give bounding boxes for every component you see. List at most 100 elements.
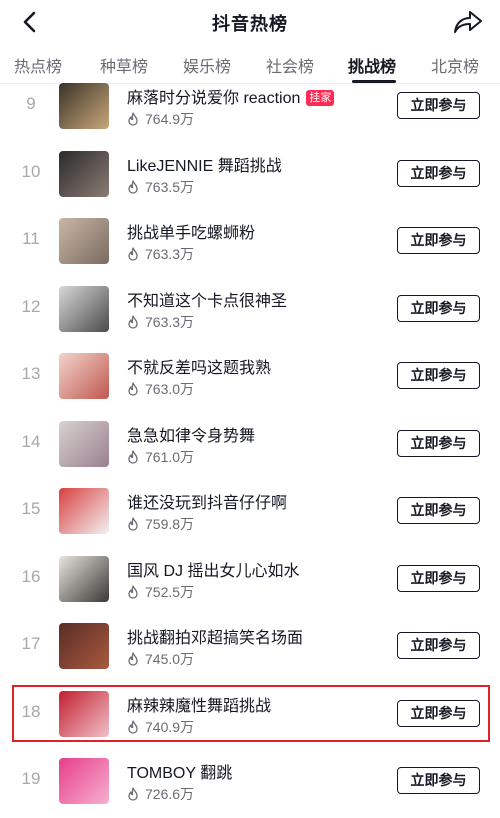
- challenge-thumbnail[interactable]: [59, 420, 109, 467]
- heat-value: 764.9万: [127, 109, 194, 129]
- heat-text: 763.5万: [145, 178, 195, 195]
- list-item[interactable]: 16 国风 DJ 摇出女儿心如水 752.5万 立即参与: [0, 555, 500, 622]
- challenge-title-text: 不就反差吗这题我熟: [127, 360, 272, 377]
- tab-challenge[interactable]: 挑战榜: [348, 53, 396, 77]
- challenge-title[interactable]: 国风 DJ 摇出女儿心如水: [127, 557, 299, 581]
- rank-number: 14: [21, 431, 41, 451]
- challenge-thumbnail[interactable]: [59, 353, 109, 399]
- tab-hot[interactable]: 热点榜: [14, 53, 62, 77]
- challenge-title-text: 国风 DJ 摇出女儿心如水: [127, 562, 300, 580]
- heat-value: 745.0万: [127, 649, 194, 669]
- heat-value: 726.6万: [127, 784, 194, 804]
- category-tabs: 热点榜 种草榜 娱乐榜 社会榜 挑战榜 北京榜: [0, 46, 500, 84]
- flame-icon: [128, 247, 138, 261]
- heat-value: 763.5万: [127, 177, 194, 197]
- rank-number: 15: [21, 499, 41, 518]
- tab-entertainment[interactable]: 娱乐榜: [183, 53, 231, 77]
- challenge-title-text: LikeJENNIE 舞蹈挑战: [127, 157, 282, 175]
- join-challenge-button[interactable]: 立即参与: [397, 362, 480, 389]
- flame-icon: [128, 652, 138, 666]
- challenge-title[interactable]: 急急如律令身势舞: [127, 422, 255, 446]
- rank-number: 12: [21, 296, 41, 316]
- challenge-title-text: 不知道这个卡点很神圣: [127, 292, 288, 310]
- tab-society[interactable]: 社会榜: [266, 53, 314, 77]
- challenge-title-text: TOMBOY 翻跳: [127, 765, 233, 782]
- list-item[interactable]: 10 LikeJENNIE 舞蹈挑战 763.5万 立即参与: [0, 150, 500, 217]
- highlight-box: [12, 685, 490, 742]
- challenge-thumbnail[interactable]: [59, 758, 109, 804]
- join-challenge-button[interactable]: 立即参与: [397, 294, 480, 322]
- share-button[interactable]: [452, 8, 484, 36]
- list-item[interactable]: 19 TOMBOY 翻跳 726.6万 立即参与: [0, 757, 500, 818]
- list-item[interactable]: 17 挑战翻拍邓超搞笑名场面 745.0万 立即参与: [0, 622, 500, 689]
- rank-number: 10: [21, 161, 41, 181]
- challenge-thumbnail[interactable]: [59, 623, 109, 669]
- tab-beijing[interactable]: 北京榜: [431, 53, 479, 77]
- top-bar: 抖音热榜: [0, 0, 500, 42]
- heat-value: 763.0万: [127, 379, 194, 399]
- challenge-title[interactable]: 不就反差吗这题我熟: [127, 354, 271, 378]
- rank-number: 19: [21, 769, 41, 788]
- flame-icon: [128, 449, 138, 464]
- tab-grass[interactable]: 种草榜: [100, 53, 148, 77]
- list-item[interactable]: 9 麻落时分说爱你 reaction 挂家 764.9万 立即参与: [0, 82, 500, 149]
- heat-text: 763.0万: [145, 381, 195, 397]
- challenge-title[interactable]: 挑战单手吃螺蛳粉: [127, 219, 255, 243]
- challenge-title[interactable]: TOMBOY 翻跳: [127, 759, 232, 783]
- challenge-title-text: 挑战翻拍邓超搞笑名场面: [127, 630, 304, 647]
- join-challenge-button[interactable]: 立即参与: [397, 497, 480, 524]
- share-icon: [454, 11, 482, 33]
- challenge-thumbnail[interactable]: [59, 218, 109, 264]
- heat-text: 759.8万: [145, 516, 195, 532]
- list-item[interactable]: 15 谁还没玩到抖音仔仔啊 759.8万 立即参与: [0, 487, 500, 554]
- join-challenge-button[interactable]: 立即参与: [397, 564, 480, 592]
- challenge-title[interactable]: 麻落时分说爱你 reaction 挂家: [127, 84, 335, 108]
- join-challenge-button[interactable]: 立即参与: [397, 159, 480, 187]
- challenge-thumbnail[interactable]: [59, 83, 109, 129]
- list-item[interactable]: 14 急急如律令身势舞 761.0万 立即参与: [0, 420, 500, 487]
- page-title: 抖音热榜: [212, 14, 288, 34]
- join-challenge-button[interactable]: 立即参与: [397, 92, 480, 119]
- challenge-title-text: 急急如律令身势舞: [127, 427, 256, 445]
- challenge-thumbnail[interactable]: [59, 285, 109, 332]
- join-challenge-button[interactable]: 立即参与: [397, 632, 480, 659]
- join-challenge-button[interactable]: 立即参与: [397, 227, 480, 254]
- flame-icon: [128, 382, 138, 396]
- heat-text: 763.3万: [145, 246, 195, 262]
- list-item[interactable]: 11 挑战单手吃螺蛳粉 763.3万 立即参与: [0, 217, 500, 284]
- heat-value: 763.3万: [127, 244, 194, 264]
- flame-icon: [128, 517, 138, 531]
- heat-text: 745.0万: [145, 651, 195, 667]
- challenge-title[interactable]: 挑战翻拍邓超搞笑名场面: [127, 624, 303, 648]
- heat-value: 759.8万: [127, 514, 194, 534]
- rank-number: 9: [26, 94, 36, 113]
- heat-text: 763.3万: [145, 313, 195, 330]
- list-item[interactable]: 12 不知道这个卡点很神圣 763.3万 立即参与: [0, 285, 500, 352]
- challenge-title-text: 谁还没玩到抖音仔仔啊: [127, 495, 288, 512]
- heat-value: 761.0万: [127, 447, 194, 467]
- join-challenge-button[interactable]: 立即参与: [397, 767, 480, 794]
- rank-number: 11: [22, 229, 40, 248]
- rank-number: 13: [21, 364, 41, 383]
- heat-text: 726.6万: [145, 786, 195, 802]
- challenge-title[interactable]: 谁还没玩到抖音仔仔啊: [127, 489, 287, 513]
- heat-text: 764.9万: [145, 111, 195, 127]
- challenge-thumbnail[interactable]: [59, 150, 109, 197]
- challenge-title[interactable]: 不知道这个卡点很神圣: [127, 287, 287, 311]
- list-item[interactable]: 13 不就反差吗这题我熟 763.0万 立即参与: [0, 352, 500, 419]
- rank-number: 16: [21, 566, 41, 586]
- challenge-thumbnail[interactable]: [59, 555, 109, 602]
- status-badge: 挂家: [306, 90, 335, 106]
- heat-text: 761.0万: [145, 448, 195, 465]
- flame-icon: [128, 314, 138, 329]
- flame-icon: [128, 112, 138, 126]
- flame-icon: [128, 179, 138, 194]
- join-challenge-button[interactable]: 立即参与: [397, 429, 480, 457]
- flame-icon: [128, 584, 138, 599]
- flame-icon: [128, 787, 138, 801]
- heat-value: 763.3万: [127, 312, 194, 332]
- challenge-title[interactable]: LikeJENNIE 舞蹈挑战: [127, 152, 282, 176]
- rank-number: 17: [21, 634, 41, 653]
- challenge-thumbnail[interactable]: [59, 488, 109, 534]
- heat-value: 752.5万: [127, 582, 194, 602]
